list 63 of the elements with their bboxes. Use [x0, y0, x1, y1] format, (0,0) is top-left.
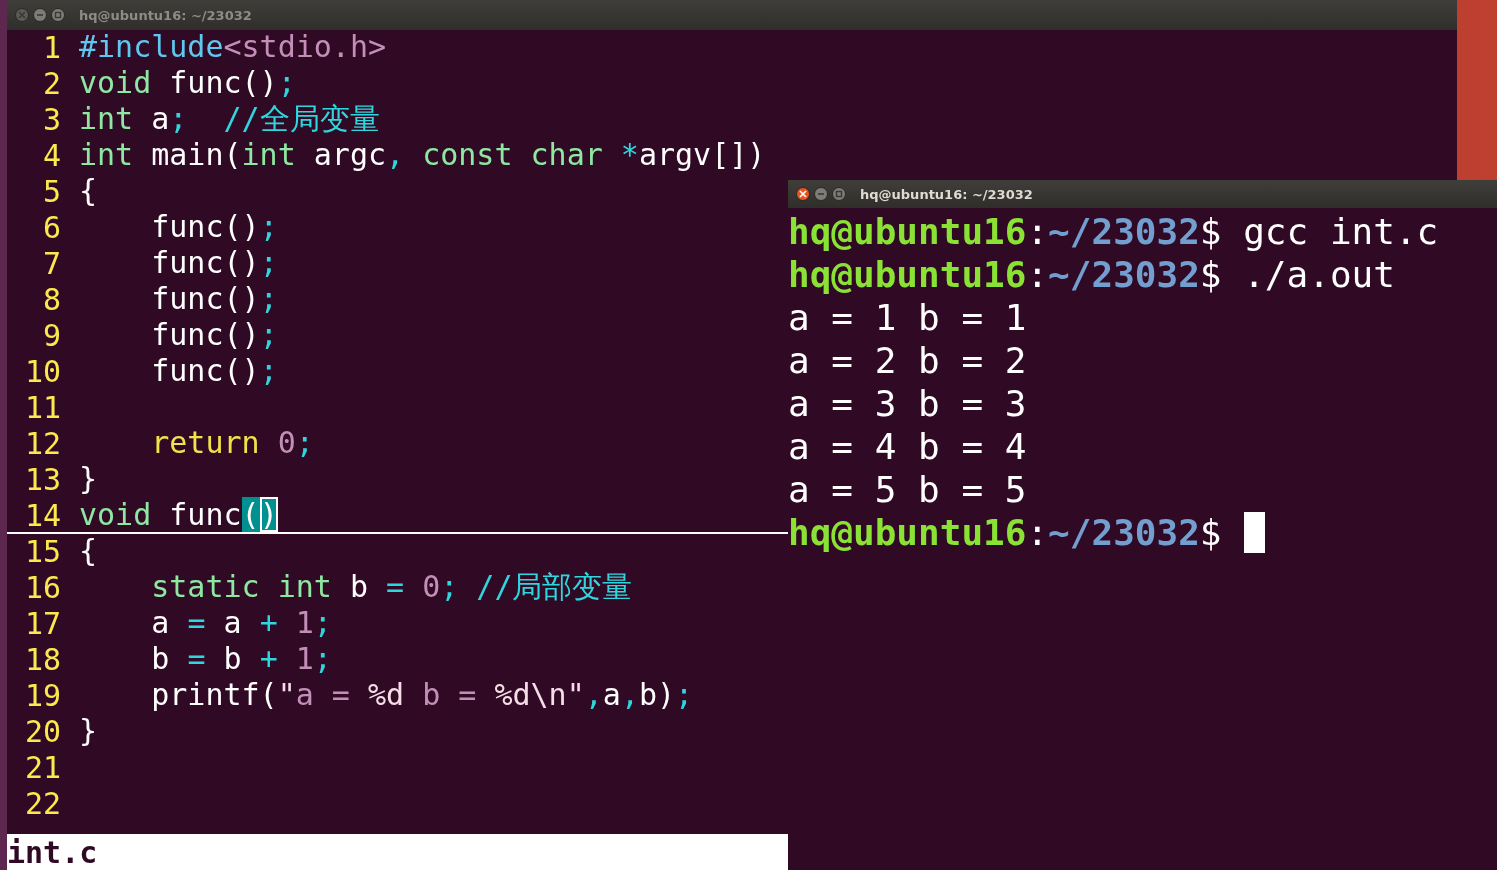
window-title: hq@ubuntu16: ~/23032	[79, 7, 252, 23]
prompt-line: hq@ubuntu16:~/23032$ gcc int.c	[788, 210, 1439, 253]
code-line: }	[79, 462, 98, 496]
line-number: 1	[41, 29, 61, 65]
line-number: 8	[41, 281, 61, 317]
code-line: func();	[150, 354, 278, 388]
output-line: a = 3 b = 3	[788, 382, 1027, 425]
line-number: 19	[23, 677, 61, 713]
code-line: }	[79, 714, 98, 748]
output-line: a = 5 b = 5	[788, 468, 1027, 511]
code-line: int a; //全局变量	[79, 102, 380, 136]
line-number: 12	[23, 425, 61, 461]
line-number: 11	[23, 389, 61, 425]
maximize-icon	[835, 190, 843, 198]
close-icon	[18, 11, 26, 19]
line-number: 15	[23, 533, 61, 569]
code-line: func();	[150, 318, 278, 352]
code-line: {	[79, 174, 98, 208]
code-line: {	[79, 534, 98, 568]
output-line: a = 2 b = 2	[788, 339, 1027, 382]
line-number: 10	[23, 353, 61, 389]
line-number: 17	[23, 605, 61, 641]
line-number: 6	[41, 209, 61, 245]
line-number: 18	[23, 641, 61, 677]
code-line: func();	[150, 210, 278, 244]
window-title: hq@ubuntu16: ~/23032	[860, 186, 1033, 202]
code-line: func();	[150, 246, 278, 280]
code-line: b = b + 1;	[150, 642, 332, 676]
prompt-line: hq@ubuntu16:~/23032$ ./a.out	[788, 253, 1395, 296]
code-line: void func();	[79, 66, 296, 100]
code-line: return 0;	[150, 426, 314, 460]
line-number: 14	[23, 497, 61, 533]
line-number: 16	[23, 569, 61, 605]
code-line: void func()	[79, 498, 278, 532]
prompt-line: hq@ubuntu16:~/23032$	[788, 511, 1222, 554]
file-name: int.c	[7, 834, 98, 870]
minimize-button[interactable]	[814, 187, 828, 201]
code-line: func();	[150, 282, 278, 316]
maximize-button[interactable]	[51, 8, 65, 22]
line-number: 22	[23, 785, 61, 821]
line-number: 5	[41, 173, 61, 209]
minimize-icon	[817, 190, 825, 198]
minimize-icon	[36, 11, 44, 19]
close-button[interactable]	[796, 187, 810, 201]
line-number: 4	[41, 137, 61, 173]
line-number: 20	[23, 713, 61, 749]
maximize-icon	[54, 11, 62, 19]
close-icon	[799, 190, 807, 198]
maximize-button[interactable]	[832, 187, 846, 201]
line-number: 13	[23, 461, 61, 497]
output-line: a = 4 b = 4	[788, 425, 1027, 468]
minimize-button[interactable]	[33, 8, 47, 22]
line-number: 3	[41, 101, 61, 137]
line-number: 7	[41, 245, 61, 281]
code-line: a = a + 1;	[150, 606, 332, 640]
code-line: #include<stdio.h>	[79, 30, 387, 64]
code-line: int main(int argc, const char *argv[])	[79, 138, 766, 172]
output-line: a = 1 b = 1	[788, 296, 1027, 339]
code-line: printf("a = %d b = %d\n",a,b);	[150, 678, 694, 712]
line-number: 2	[41, 65, 61, 101]
line-number: 9	[41, 317, 61, 353]
line-number: 21	[23, 749, 61, 785]
code-line: static int b = 0; //局部变量	[150, 570, 633, 604]
